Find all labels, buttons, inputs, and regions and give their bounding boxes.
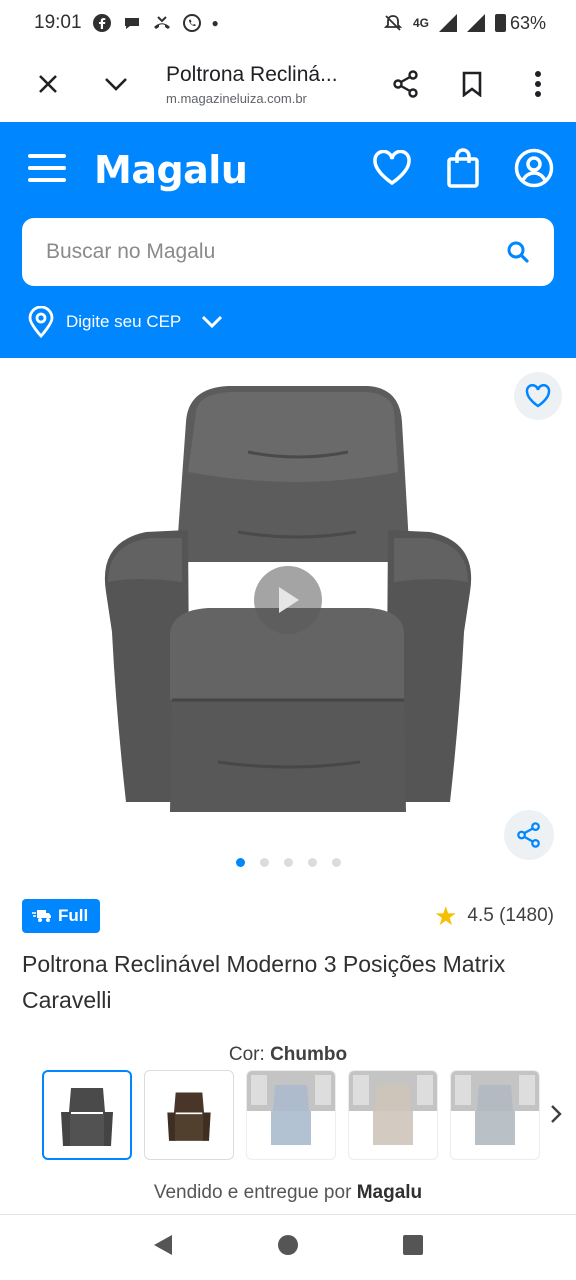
status-time: 19:01 (34, 12, 82, 33)
more-notifications-icon: ● (211, 16, 219, 30)
truck-icon (32, 910, 51, 922)
color-thumbnails (42, 1070, 540, 1160)
missed-call-icon (152, 13, 172, 33)
color-option-bege[interactable] (348, 1070, 438, 1160)
sold-by-prefix: Vendido e entregue por (153, 1182, 352, 1203)
seller-name[interactable]: Magalu (357, 1182, 422, 1203)
full-badge: Full (22, 899, 101, 933)
browser-toolbar: Poltrona Recliná... m.magazineluiza.com.… (0, 46, 576, 122)
magalu-logo[interactable]: Magalu (94, 148, 248, 192)
play-icon (279, 587, 299, 613)
chair-room-thumbnail (349, 1071, 437, 1145)
favorite-product-button[interactable] (514, 372, 562, 420)
pagination-dot[interactable] (283, 858, 293, 867)
battery-level: 63% (509, 12, 546, 33)
share-icon (393, 70, 418, 98)
user-icon (514, 148, 554, 187)
account-button[interactable] (514, 148, 554, 193)
pagination-dot[interactable] (331, 858, 341, 867)
color-option-marrom[interactable] (144, 1070, 234, 1160)
back-button[interactable] (152, 1233, 174, 1262)
chair-thumbnail (167, 1092, 211, 1141)
mute-icon (383, 13, 403, 33)
search-input[interactable]: Buscar no Magalu (22, 218, 554, 286)
pagination-dot[interactable] (259, 858, 269, 867)
product-gallery (0, 358, 576, 878)
share-icon (517, 822, 540, 848)
seller-info: Vendido e entregue por Magalu (0, 1182, 576, 1204)
gallery-pagination (0, 858, 576, 867)
network-type: 4G (412, 16, 429, 30)
close-icon (39, 75, 57, 93)
system-navigation-bar (0, 1214, 576, 1280)
color-option-azul[interactable] (246, 1070, 336, 1160)
search-placeholder: Buscar no Magalu (46, 240, 216, 263)
pagination-dot[interactable] (235, 858, 245, 867)
back-triangle-icon (153, 1235, 172, 1255)
full-badge-label: Full (58, 906, 89, 925)
chevron-down-icon (105, 78, 127, 91)
thumbnails-next-button[interactable] (550, 1104, 562, 1129)
more-options-button[interactable] (518, 64, 558, 104)
chat-icon (122, 13, 142, 33)
chair-room-thumbnail (451, 1071, 539, 1145)
url-domain: m.magazineluiza.com.br (166, 90, 307, 106)
pagination-dot[interactable] (307, 858, 317, 867)
close-tab-button[interactable] (28, 64, 68, 104)
status-bar: 19:01 ● 4G 63% (0, 0, 576, 46)
color-value: Chumbo (270, 1044, 348, 1065)
facebook-icon (92, 13, 112, 33)
cart-button[interactable] (446, 147, 480, 193)
menu-button[interactable] (28, 153, 68, 187)
chair-room-thumbnail (247, 1071, 335, 1145)
site-header: Magalu Buscar no Magalu Digite seu CEP (0, 122, 576, 358)
whatsapp-icon (182, 13, 202, 33)
bookmark-button[interactable] (452, 64, 492, 104)
chevron-right-icon (551, 1105, 562, 1123)
search-icon[interactable] (506, 240, 530, 264)
share-product-button[interactable] (504, 810, 554, 860)
rating-value: 4.5 (1480) (467, 905, 554, 926)
play-video-button[interactable] (254, 566, 322, 634)
bookmark-icon (462, 71, 482, 97)
recents-button[interactable] (402, 1234, 424, 1261)
color-label: Cor: (228, 1044, 265, 1065)
product-rating[interactable]: ★ 4.5 (1480) (434, 903, 554, 929)
location-pin-icon (28, 306, 54, 338)
cep-label: Digite seu CEP (66, 312, 182, 331)
color-option-cinza[interactable] (450, 1070, 540, 1160)
product-title: Poltrona Reclinável Moderno 3 Posições M… (22, 951, 506, 1013)
tab-title: Poltrona Recliná... (166, 62, 338, 86)
product-info: Full ★ 4.5 (1480) Poltrona Reclinável Mo… (22, 898, 554, 1066)
favorites-button[interactable] (372, 149, 412, 191)
home-circle-icon (277, 1235, 298, 1255)
star-icon: ★ (434, 901, 458, 931)
color-selector-label: Cor: Chumbo (22, 1044, 554, 1066)
cep-selector[interactable]: Digite seu CEP (22, 286, 554, 358)
heart-outline-icon (525, 384, 551, 408)
hamburger-icon (28, 153, 66, 182)
share-page-button[interactable] (386, 64, 426, 104)
chair-thumbnail (61, 1088, 113, 1146)
heart-icon (373, 149, 411, 185)
more-vert-icon (535, 71, 541, 97)
collapse-button[interactable] (96, 64, 136, 104)
url-area[interactable]: Poltrona Recliná... m.magazineluiza.com.… (166, 63, 386, 106)
chevron-down-icon (202, 315, 223, 329)
signal-icon-2 (466, 14, 485, 32)
signal-icon (438, 14, 457, 32)
home-button[interactable] (277, 1234, 299, 1261)
color-option-chumbo[interactable] (42, 1070, 132, 1160)
recents-square-icon (403, 1235, 424, 1255)
shopping-bag-icon (447, 147, 479, 188)
battery-icon (494, 14, 506, 32)
